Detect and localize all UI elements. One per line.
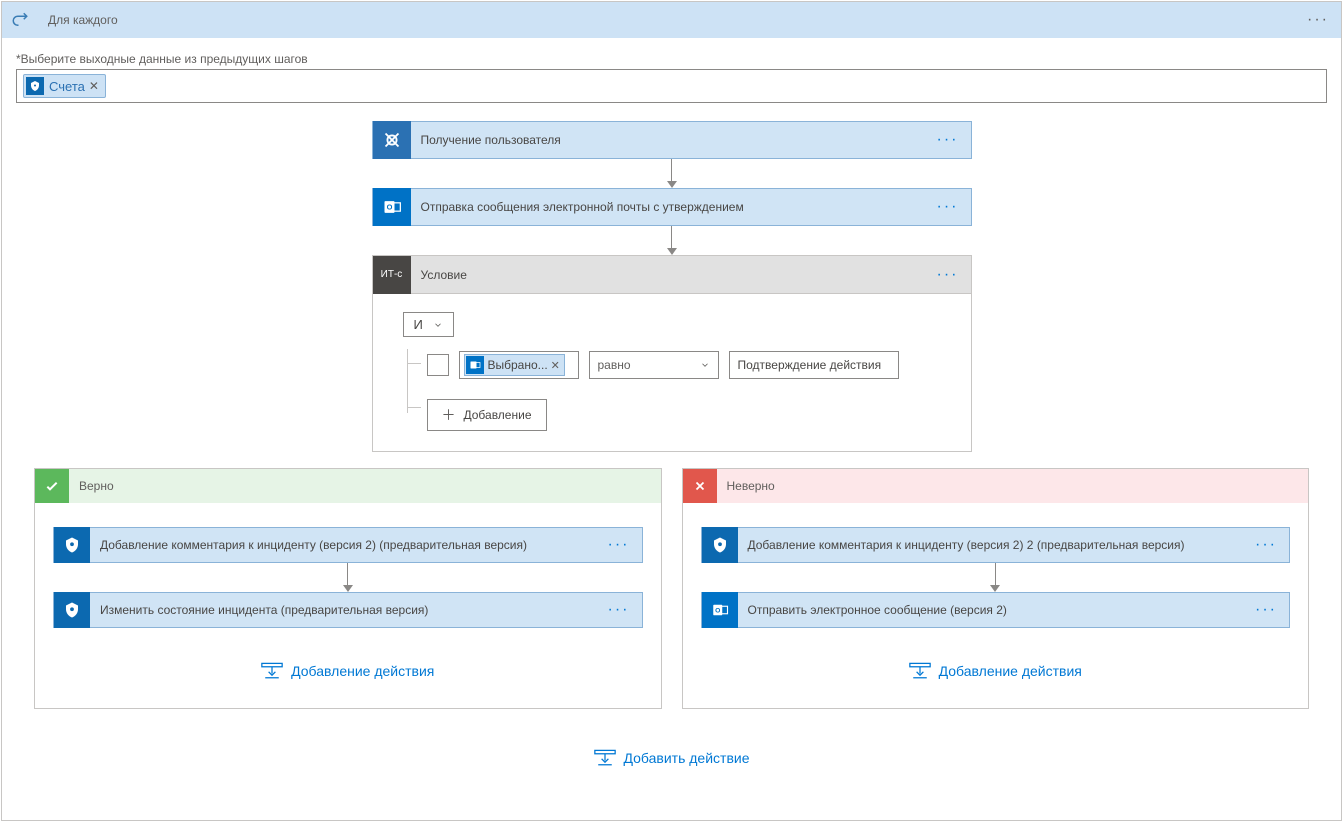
chevron-down-icon: [433, 320, 443, 330]
branch-false: Неверно Добавление комментария к инциден…: [682, 468, 1310, 709]
step-send-email[interactable]: O Отправить электронное сообщение (верси…: [701, 592, 1291, 628]
outlook-icon: [466, 356, 484, 374]
token-selected-option: Выбрано... ✕: [464, 354, 565, 376]
condition-rule-row: Выбрано... ✕ равно Подтверждение дейст: [403, 351, 941, 431]
step-add-comment-2[interactable]: Добавление комментария к инциденту (верс…: [701, 527, 1291, 563]
condition-card: ИТ-с Условие ··· И: [372, 255, 972, 452]
step-menu-button[interactable]: ···: [596, 536, 642, 554]
header-bar: Для каждого ···: [2, 2, 1341, 38]
step-menu-button[interactable]: ···: [596, 601, 642, 619]
token-remove-icon[interactable]: ✕: [551, 359, 560, 372]
header-title: Для каждого: [38, 13, 1295, 27]
step-title: Изменить состояние инцидента (предварите…: [90, 603, 596, 617]
branch-false-header: Неверно: [683, 469, 1309, 503]
connector-arrow-icon: [667, 226, 677, 255]
branch-true-header: Верно: [35, 469, 661, 503]
add-action-icon: [909, 662, 931, 680]
footer-add-label: Добавить действие: [624, 750, 750, 766]
operator-label: равно: [598, 358, 631, 372]
step-add-comment[interactable]: Добавление комментария к инциденту (верс…: [53, 527, 643, 563]
rule-operator-dropdown[interactable]: равно: [589, 351, 719, 379]
step-title: Отправка сообщения электронной почты с у…: [411, 200, 925, 214]
sentinel-icon: [702, 527, 738, 563]
sentinel-icon: [54, 527, 90, 563]
check-icon: [35, 469, 69, 503]
svg-text:O: O: [715, 607, 720, 614]
condition-icon: ИТ-с: [373, 256, 411, 294]
connector-arrow-icon: [343, 563, 353, 592]
svg-text:O: O: [386, 203, 392, 212]
add-action-button[interactable]: Добавление действия: [909, 662, 1082, 680]
add-action-icon: [261, 662, 283, 680]
add-action-icon: [594, 749, 616, 767]
loop-icon: [2, 2, 38, 38]
output-select-label: *Выберите выходные данные из предыдущих …: [16, 52, 1327, 66]
step-menu-button[interactable]: ···: [925, 198, 971, 216]
condition-menu-button[interactable]: ···: [925, 266, 971, 284]
condition-title: Условие: [411, 268, 925, 282]
chevron-down-icon: [700, 360, 710, 370]
branch-true: Верно Добавление комментария к инциденту…: [34, 468, 662, 709]
add-rule-button[interactable]: ＋ Добавление: [427, 399, 547, 431]
output-select-input[interactable]: Счета ✕: [16, 69, 1327, 103]
rule-checkbox[interactable]: [427, 354, 449, 376]
add-action-label: Добавление действия: [939, 663, 1082, 679]
step-menu-button[interactable]: ···: [1243, 601, 1289, 619]
body-panel: *Выберите выходные данные из предыдущих …: [2, 38, 1341, 777]
step-send-approval-email[interactable]: O Отправка сообщения электронной почты с…: [372, 188, 972, 226]
token-accounts[interactable]: Счета ✕: [23, 74, 106, 98]
add-action-label: Добавление действия: [291, 663, 434, 679]
step-title: Добавление комментария к инциденту (верс…: [738, 538, 1244, 552]
branch-false-title: Неверно: [717, 479, 775, 493]
step-menu-button[interactable]: ···: [925, 131, 971, 149]
rule-right-value-input[interactable]: Подтверждение действия: [729, 351, 899, 379]
step-get-user[interactable]: Получение пользователя ···: [372, 121, 972, 159]
sentinel-icon: [26, 77, 44, 95]
token-remove-icon[interactable]: ✕: [89, 79, 99, 93]
rule-left-value[interactable]: Выбрано... ✕: [459, 351, 579, 379]
header-menu-button[interactable]: ···: [1295, 11, 1341, 29]
sentinel-icon: [54, 592, 90, 628]
step-menu-button[interactable]: ···: [1243, 536, 1289, 554]
right-value-text: Подтверждение действия: [738, 358, 882, 372]
token-text: Счета: [49, 79, 85, 94]
connector-arrow-icon: [990, 563, 1000, 592]
branch-true-title: Верно: [69, 479, 114, 493]
outlook-icon: O: [373, 188, 411, 226]
condition-header[interactable]: ИТ-с Условие ···: [373, 256, 971, 294]
step-title: Добавление комментария к инциденту (верс…: [90, 538, 596, 552]
step-title: Отправить электронное сообщение (версия …: [738, 603, 1244, 617]
plus-icon: ＋: [442, 405, 456, 425]
step-update-incident[interactable]: Изменить состояние инцидента (предварите…: [53, 592, 643, 628]
close-icon: [683, 469, 717, 503]
connector-arrow-icon: [667, 159, 677, 188]
and-group-dropdown[interactable]: И: [403, 312, 454, 337]
add-action-button[interactable]: Добавление действия: [261, 662, 434, 680]
step-title: Получение пользователя: [411, 133, 925, 147]
for-each-container: Для каждого ··· *Выберите выходные данны…: [1, 1, 1342, 821]
outlook-icon: O: [702, 592, 738, 628]
token-text: Выбрано...: [488, 358, 548, 372]
add-label: Добавление: [464, 408, 532, 422]
and-label: И: [414, 317, 423, 332]
azure-ad-icon: [373, 121, 411, 159]
footer-add-action-button[interactable]: Добавить действие: [594, 749, 750, 767]
